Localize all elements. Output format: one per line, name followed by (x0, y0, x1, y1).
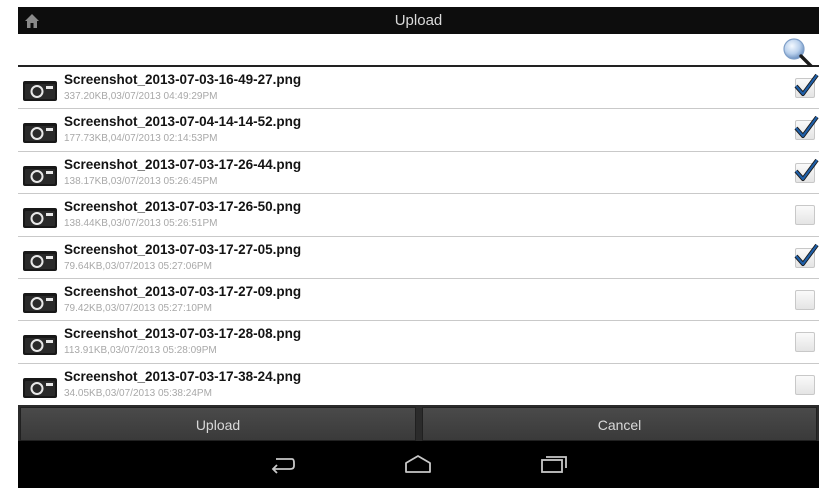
file-name: Screenshot_2013-07-03-17-38-24.png (64, 368, 302, 384)
system-nav-bar (18, 441, 819, 488)
outer-margin-left (0, 0, 18, 488)
checkmark-icon (794, 158, 819, 181)
back-icon[interactable] (270, 454, 296, 474)
file-meta: 34.05KB,03/07/2013 05:38:24PM (64, 387, 212, 399)
select-checkbox[interactable] (795, 289, 815, 310)
file-meta: 79.64KB,03/07/2013 05:27:06PM (64, 260, 212, 272)
file-row[interactable]: Screenshot_2013-07-04-14-14-52.png 177.7… (18, 109, 819, 152)
search-bar (18, 34, 819, 69)
camera-icon (23, 377, 57, 398)
recent-apps-icon[interactable] (539, 453, 569, 475)
search-input[interactable] (20, 37, 772, 63)
file-name: Screenshot_2013-07-03-17-26-44.png (64, 156, 302, 172)
camera-icon (23, 335, 57, 356)
select-checkbox[interactable] (795, 374, 815, 395)
upload-screen: Upload Screenshot_2013-07-03-16-49-27.pn… (18, 0, 819, 488)
select-checkbox[interactable] (795, 332, 815, 353)
file-name: Screenshot_2013-07-03-17-28-08.png (64, 326, 302, 342)
camera-icon (23, 81, 57, 101)
file-row[interactable]: Screenshot_2013-07-03-17-27-05.png 79.64… (18, 236, 819, 279)
file-name: Screenshot_2013-07-03-17-27-09.png (64, 283, 302, 299)
file-row[interactable]: Screenshot_2013-07-03-17-26-50.png 138.4… (18, 194, 819, 237)
title-bar: Upload (18, 7, 819, 34)
file-name: Screenshot_2013-07-04-14-14-52.png (64, 114, 302, 130)
file-row[interactable]: Screenshot_2013-07-03-17-38-24.png 34.05… (18, 363, 819, 405)
nav-home-icon[interactable] (403, 453, 433, 475)
file-meta: 138.44KB,03/07/2013 05:26:51PM (64, 218, 218, 230)
file-name: Screenshot_2013-07-03-16-49-27.png (64, 72, 302, 87)
search-icon[interactable] (780, 37, 816, 69)
file-meta: 138.17KB,03/07/2013 05:26:45PM (64, 175, 218, 187)
checkmark-icon (794, 243, 819, 266)
checkmark-icon (794, 73, 819, 96)
camera-icon (23, 208, 57, 229)
file-meta: 177.73KB,04/07/2013 02:14:53PM (64, 133, 218, 145)
checkmark-icon (794, 116, 819, 139)
file-row[interactable]: Screenshot_2013-07-03-17-26-44.png 138.1… (18, 151, 819, 195)
select-checkbox[interactable] (795, 205, 815, 226)
page-title: Upload (394, 12, 443, 29)
outer-margin-right (819, 0, 827, 488)
file-meta: 113.91KB,03/07/2013 05:28:09PM (64, 345, 217, 357)
camera-icon (23, 123, 57, 144)
file-meta: 79.42KB,03/07/2013 05:27:10PM (64, 302, 212, 314)
file-row[interactable]: Screenshot_2013-07-03-16-49-27.png 337.2… (18, 67, 819, 110)
cancel-button[interactable]: Cancel (422, 407, 817, 441)
file-name: Screenshot_2013-07-03-17-26-50.png (64, 199, 302, 215)
file-meta: 337.20KB,03/07/2013 04:49:29PM (64, 91, 218, 102)
upload-button[interactable]: Upload (20, 407, 416, 441)
file-name: Screenshot_2013-07-03-17-27-05.png (64, 241, 302, 257)
camera-icon (23, 250, 57, 271)
button-bar: Upload Cancel (18, 405, 819, 441)
camera-icon (23, 165, 57, 186)
file-list: Screenshot_2013-07-03-16-49-27.png 337.2… (18, 67, 819, 405)
file-row[interactable]: Screenshot_2013-07-03-17-28-08.png 113.9… (18, 321, 819, 364)
camera-icon (23, 292, 57, 313)
file-row[interactable]: Screenshot_2013-07-03-17-27-09.png 79.42… (18, 278, 819, 322)
